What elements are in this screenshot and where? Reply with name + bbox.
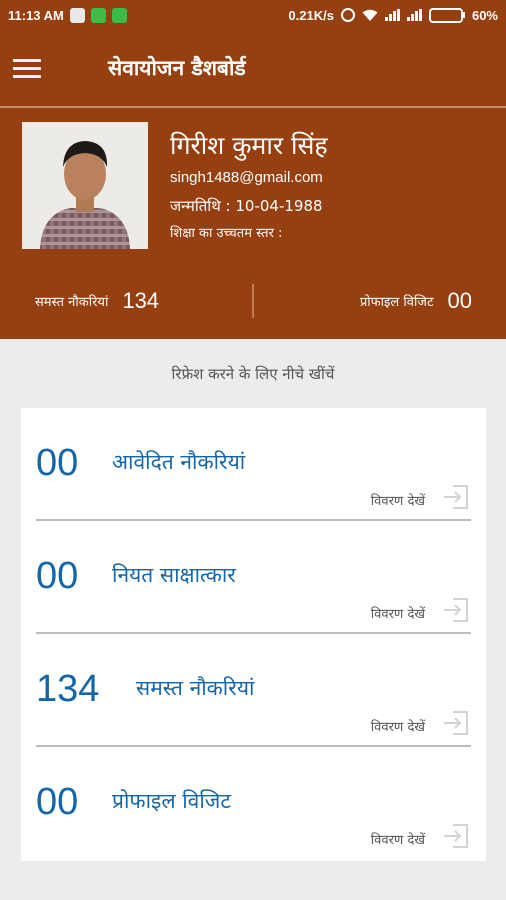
profile-header: गिरीश कुमार सिंह singh1488@gmail.com जन्…: [0, 108, 506, 339]
profile-visits-count: 00: [36, 781, 79, 823]
battery-level: 60%: [471, 7, 498, 23]
all-jobs-count: 134: [36, 668, 100, 710]
scheduled-interviews-count: 00: [36, 555, 79, 597]
list-item-all-jobs[interactable]: 134 समस्त नौकरियां विवरण देखें: [36, 634, 471, 747]
all-jobs-stat[interactable]: समस्त नौकरियां 134: [35, 288, 159, 314]
list-item-applied-jobs[interactable]: 00 आवेदित नौकरियां विवरण देखें: [36, 408, 471, 521]
list-item-scheduled-interviews[interactable]: 00 नियत साक्षात्कार विवरण देखें: [36, 521, 471, 634]
profile-education: शिक्षा का उच्चतम स्तर :: [170, 226, 283, 241]
page-title: सेवायोजन डैशबोर्ड: [108, 56, 246, 80]
lock-icon: [90, 7, 106, 23]
stats-divider: [252, 284, 254, 318]
wifi-icon: [362, 9, 378, 21]
view-details-link[interactable]: विवरण देखें: [371, 604, 425, 622]
profile-dob: जन्मतिथि : 10-04-1988: [170, 197, 323, 215]
profile-visits-value: 00: [447, 288, 472, 313]
signal-icon-2: [406, 9, 422, 21]
hamburger-menu-icon[interactable]: [0, 30, 80, 106]
open-details-icon[interactable]: [443, 597, 469, 623]
list-item-profile-visits[interactable]: 00 प्रोफाइल विजिट विवरण देखें: [36, 747, 471, 860]
battery-icon: [428, 7, 465, 23]
notification-icon: [69, 7, 85, 23]
dashboard-card: 00 आवेदित नौकरियां विवरण देखें 00 नियत स…: [21, 408, 486, 861]
network-speed: 0.21K/s: [288, 7, 334, 23]
view-details-link[interactable]: विवरण देखें: [371, 717, 425, 735]
applied-jobs-title: आवेदित नौकरियां: [112, 450, 246, 474]
open-details-icon[interactable]: [443, 823, 469, 849]
profile-photo: [22, 122, 148, 249]
scheduled-interviews-title: नियत साक्षात्कार: [112, 563, 236, 587]
all-jobs-value: 134: [122, 288, 160, 313]
alarm-icon: [340, 8, 355, 22]
pull-to-refresh-hint: रिफ्रेश करने के लिए नीचे खींचें: [171, 365, 335, 383]
signal-icon: [384, 9, 400, 21]
all-jobs-label: समस्त नौकरियां: [35, 295, 109, 310]
all-jobs-title: समस्त नौकरियां: [136, 676, 255, 700]
profile-email: singh1488@gmail.com: [170, 169, 323, 186]
open-details-icon[interactable]: [443, 484, 469, 510]
app-bar: सेवायोजन डैशबोर्ड: [0, 30, 506, 106]
view-details-link[interactable]: विवरण देखें: [371, 491, 425, 509]
open-details-icon[interactable]: [443, 710, 469, 736]
stats-row: समस्त नौकरियां 134 प्रोफाइल विजिट 00: [0, 282, 506, 322]
profile-visits-label: प्रोफाइल विजिट: [359, 295, 434, 310]
profile-visits-stat[interactable]: प्रोफाइल विजिट 00: [360, 288, 472, 314]
profile-visits-title: प्रोफाइल विजिट: [112, 789, 231, 813]
profile-name: गिरीश कुमार सिंह: [170, 131, 328, 160]
applied-jobs-count: 00: [36, 442, 79, 484]
status-bar: 11:13 AM 0.21K/s 60%: [0, 0, 506, 30]
app-notification-icon: [111, 7, 127, 23]
view-details-link[interactable]: विवरण देखें: [371, 830, 425, 848]
status-time: 11:13 AM: [8, 7, 64, 23]
